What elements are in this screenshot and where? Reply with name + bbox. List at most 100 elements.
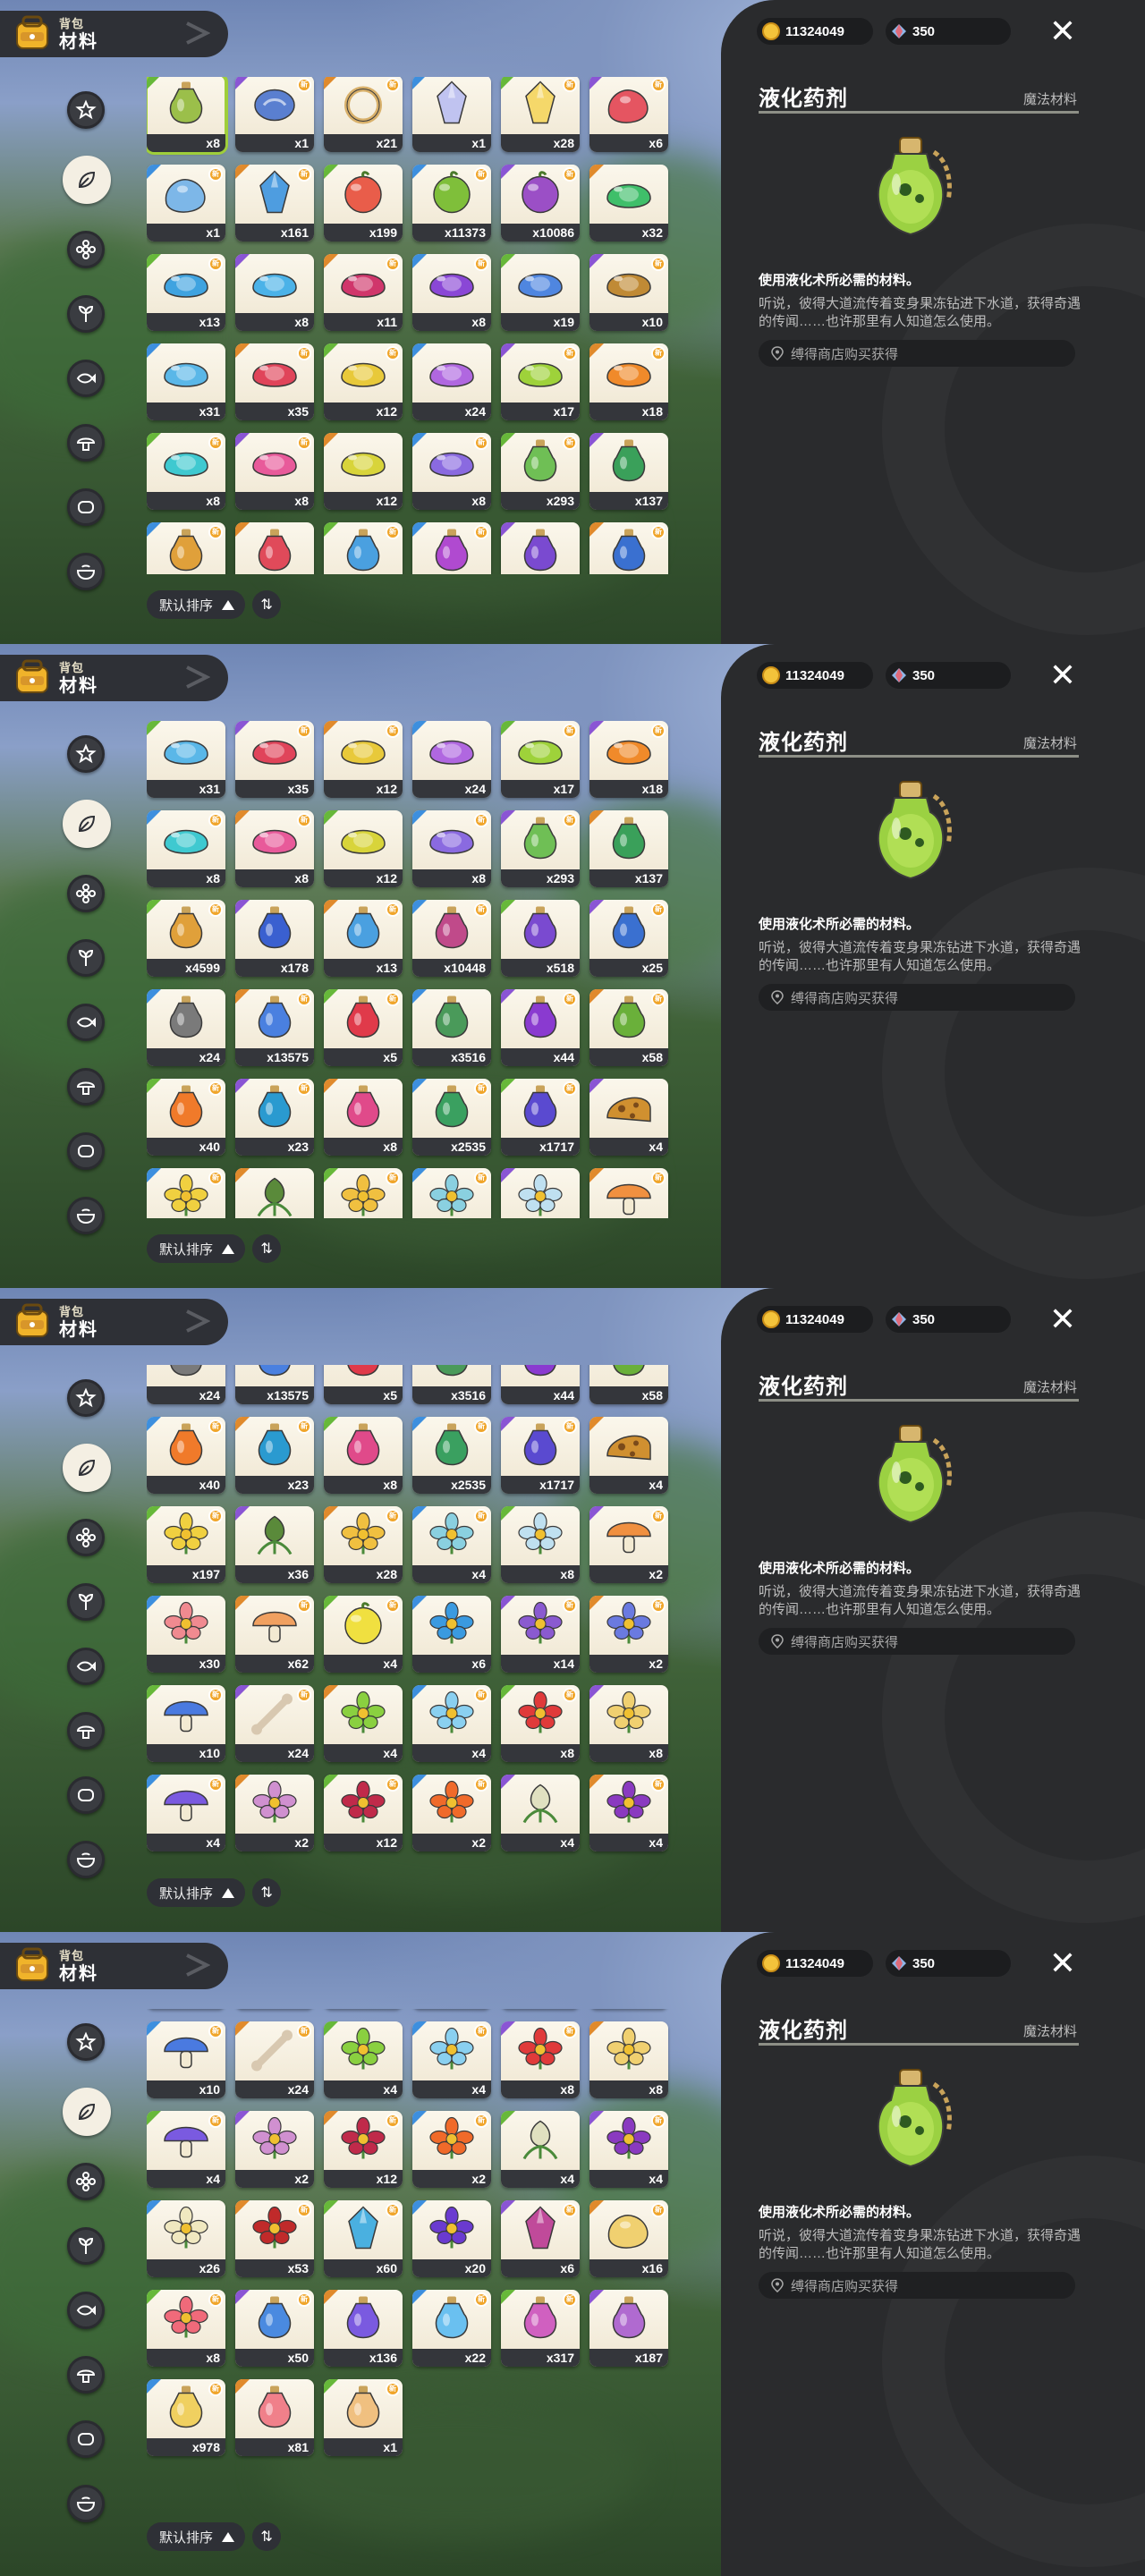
category-tab-leaf[interactable] [63,800,111,848]
item-slot[interactable]: 新 x10448 [412,900,491,977]
item-slot[interactable]: 新 x13 [324,900,403,977]
item-slot[interactable]: 新 x4 [589,1775,668,1852]
item-slot[interactable]: 新 x53 [235,2200,314,2277]
item-slot[interactable]: x8 [589,1685,668,1762]
item-slot[interactable]: 新 x12 [324,721,403,798]
close-button[interactable]: ✕ [1047,659,1079,692]
category-tab-sprout[interactable] [67,2227,105,2265]
sort-dropdown[interactable]: 默认排序 [147,1234,246,1263]
item-slot[interactable]: 新 x10 [147,2021,225,2098]
item-slot[interactable]: 新 x35 [235,721,314,798]
item-slot[interactable]: x187 [589,2290,668,2367]
category-tab-cushion[interactable] [67,1132,105,1170]
item-slot[interactable]: 新 x293 [501,810,580,887]
item-slot[interactable]: 新 x8 [412,433,491,510]
item-slot[interactable]: x36 [235,1506,314,1583]
item-slot[interactable]: 新 x24 [235,2021,314,2098]
item-slot[interactable]: 新 x4 [147,2111,225,2188]
item-slot[interactable]: 新 x10086 [501,165,580,242]
sort-order-button[interactable]: ⇅ [252,2522,282,2551]
item-slot[interactable]: 新 x13 [147,254,225,331]
item-slot[interactable]: 新 x14 [501,1596,580,1673]
item-slot[interactable]: 新 x8 [412,810,491,887]
close-button[interactable]: ✕ [1047,1947,1079,1980]
sort-dropdown[interactable]: 默认排序 [147,590,246,619]
item-slot[interactable]: 新 x25 [589,900,668,977]
item-slot[interactable]: x19 [501,254,580,331]
item-slot[interactable]: 新 x58 [589,989,668,1066]
category-tab-fish[interactable] [67,360,105,397]
category-tab-star[interactable] [67,735,105,773]
item-slot[interactable]: x4 [324,1685,403,1762]
item-slot[interactable]: x32 [589,165,668,242]
item-slot[interactable] [501,1168,580,1218]
category-tab-star[interactable] [67,1379,105,1417]
item-slot[interactable]: 新 x8 [412,254,491,331]
category-tab-mushroom[interactable] [67,1068,105,1106]
item-slot[interactable]: 新 x17 [501,343,580,420]
item-slot[interactable]: 新 x293 [501,433,580,510]
item-slot[interactable]: x518 [501,900,580,977]
category-tab-mushroom[interactable] [67,1712,105,1750]
item-slot[interactable]: 新 [324,1168,403,1218]
item-slot[interactable]: 新 x22 [412,2290,491,2367]
item-slot[interactable]: 新 x10 [147,1685,225,1762]
item-slot[interactable]: x6 [412,1596,491,1673]
item-slot[interactable]: 新 x35 [235,343,314,420]
item-source[interactable]: 缚得商店购买获得 [759,984,1075,1011]
item-slot[interactable]: x137 [589,433,668,510]
item-slot[interactable]: 新 x44 [501,1365,580,1404]
item-slot[interactable]: 新 [147,522,225,574]
sort-order-button[interactable]: ⇅ [252,1878,282,1907]
item-slot[interactable]: 新 x28 [324,1506,403,1583]
item-slot[interactable]: 新 [412,1168,491,1218]
category-tab-bowl[interactable] [67,1841,105,1878]
category-tab-mushroom[interactable] [67,424,105,462]
category-tab-sprout[interactable] [67,295,105,333]
item-slot[interactable]: 新 x8 [501,2021,580,2098]
item-slot[interactable]: 新 x16 [589,2200,668,2277]
item-slot[interactable]: 新 x8 [147,810,225,887]
item-slot[interactable]: 新 x6 [589,77,668,152]
item-slot[interactable]: 新 x4 [589,2111,668,2188]
item-slot[interactable]: x24 [147,989,225,1066]
category-tab-bowl[interactable] [67,2485,105,2522]
item-slot[interactable]: 新 x13575 [235,1365,314,1404]
category-tab-cushion[interactable] [67,1776,105,1814]
item-source[interactable]: 缚得商店购买获得 [759,340,1075,367]
item-slot[interactable]: 新 x6 [501,2200,580,2277]
item-slot[interactable]: 新 x317 [501,2290,580,2367]
item-slot[interactable]: 新 x10 [589,254,668,331]
item-slot[interactable]: 新 x161 [235,165,314,242]
item-slot[interactable]: 新 x8 [235,810,314,887]
item-slot[interactable]: 新 x5 [324,989,403,1066]
item-slot[interactable]: 新 x1717 [501,1417,580,1494]
item-slot[interactable]: 新 x44 [501,989,580,1066]
item-slot[interactable]: 新 x11 [324,254,403,331]
item-slot[interactable]: 新 x2 [589,1506,668,1583]
item-source[interactable]: 缚得商店购买获得 [759,2272,1075,2299]
item-slot[interactable]: x2 [235,2111,314,2188]
item-slot[interactable]: 新 x4 [147,1775,225,1852]
item-slot[interactable]: 新 x4 [412,1685,491,1762]
category-tab-bowl[interactable] [67,553,105,590]
category-tab-star[interactable] [67,91,105,129]
item-slot[interactable]: 新 x2 [412,2111,491,2188]
category-tab-leaf[interactable] [63,1444,111,1492]
item-slot[interactable]: x4 [589,1079,668,1156]
item-slot[interactable]: x31 [147,343,225,420]
item-slot[interactable]: 新 x13575 [235,989,314,1066]
item-slot[interactable]: x4 [324,2021,403,2098]
item-slot[interactable]: 新 x2535 [412,1417,491,1494]
item-slot[interactable]: 新 [147,1168,225,1218]
item-slot[interactable]: x30 [147,1596,225,1673]
item-slot[interactable]: x12 [324,433,403,510]
item-slot[interactable]: x137 [589,810,668,887]
category-tab-leaf[interactable] [63,156,111,204]
item-source[interactable]: 缚得商店购买获得 [759,1628,1075,1655]
item-slot[interactable]: 新 [589,522,668,574]
item-slot[interactable]: x8 [589,2021,668,2098]
item-slot[interactable]: x8 [324,1417,403,1494]
item-slot[interactable]: 新 [412,522,491,574]
item-slot[interactable]: x81 [235,2379,314,2456]
